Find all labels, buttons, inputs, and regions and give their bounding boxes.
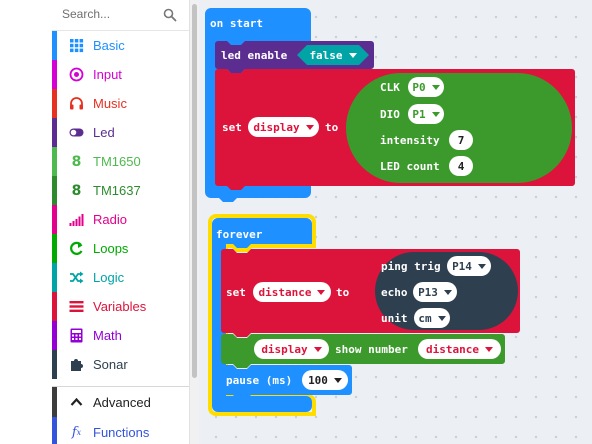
- toolbox: Search... Basic Input Music Led 8 TM1650…: [52, 0, 190, 444]
- category-label: Variables: [93, 299, 147, 314]
- category-tm1650[interactable]: 8 TM1650: [52, 147, 189, 176]
- display-variable-dropdown[interactable]: display: [254, 339, 329, 359]
- grid-icon: [68, 37, 85, 54]
- clk-label: CLK: [380, 81, 400, 94]
- show-number-label: show number: [335, 343, 408, 356]
- search-icon[interactable]: [163, 8, 177, 22]
- category-math[interactable]: Math: [52, 321, 189, 350]
- category-label: Input: [93, 67, 122, 82]
- radio-target-icon: [68, 66, 85, 83]
- dio-label: DIO: [380, 108, 400, 121]
- category-tm1637[interactable]: 8 TM1637: [52, 176, 189, 205]
- variable-dropdown-display[interactable]: display: [248, 117, 319, 137]
- shuffle-icon: [68, 269, 85, 286]
- unit-dropdown[interactable]: cm: [414, 308, 450, 328]
- chevron-down-icon: [333, 377, 342, 383]
- pause-value-dropdown[interactable]: 100: [302, 370, 348, 390]
- left-gutter: [0, 0, 52, 444]
- category-label: Logic: [93, 270, 125, 285]
- chevron-down-icon: [477, 263, 486, 269]
- category-label: TM1650: [93, 154, 141, 169]
- chevron-down-icon: [443, 289, 452, 295]
- clk-dropdown[interactable]: P0: [408, 77, 444, 97]
- set-label: set: [226, 286, 246, 299]
- category-basic[interactable]: Basic: [52, 31, 189, 60]
- category-label: Functions: [93, 424, 150, 440]
- intensity-label: intensity: [380, 134, 440, 147]
- ping-trig-label: ping trig: [381, 260, 441, 273]
- advanced-section: Advanced fx Functions: [52, 386, 189, 444]
- variable-dropdown-distance[interactable]: distance: [253, 282, 331, 302]
- intensity-input[interactable]: 7: [449, 130, 473, 150]
- category-functions[interactable]: fx Functions: [52, 417, 189, 444]
- category-variables[interactable]: Variables: [52, 292, 189, 321]
- on-start-label: on start: [210, 17, 263, 30]
- category-label: Radio: [93, 212, 127, 227]
- headphones-icon: [68, 95, 85, 112]
- calculator-icon: [68, 327, 85, 344]
- puzzle-icon: [68, 356, 85, 373]
- toggle-icon: [68, 124, 85, 141]
- unit-label: unit: [381, 312, 408, 325]
- signal-bars-icon: [68, 211, 85, 228]
- category-input[interactable]: Input: [52, 60, 189, 89]
- chevron-down-icon: [313, 346, 322, 352]
- category-label: Led: [93, 125, 115, 140]
- chevron-down-icon: [348, 52, 357, 58]
- pause-label: pause (ms): [226, 374, 293, 387]
- led-enable-label: led enable: [221, 49, 288, 62]
- category-label: Math: [93, 328, 122, 343]
- loop-arrow-icon: [68, 240, 85, 257]
- toolbox-scrollbar[interactable]: [190, 0, 199, 444]
- to-label: to: [336, 286, 350, 299]
- set-label: set: [222, 121, 242, 134]
- chevron-down-icon: [431, 84, 440, 90]
- category-label: Music: [93, 96, 127, 111]
- workspace[interactable]: on start led enable false set display to…: [199, 0, 592, 444]
- category-label: TM1637: [93, 183, 141, 198]
- category-label: Basic: [93, 38, 125, 53]
- chevron-down-icon: [305, 124, 314, 130]
- category-music[interactable]: Music: [52, 89, 189, 118]
- category-label: Sonar: [93, 357, 128, 372]
- category-sonar[interactable]: Sonar: [52, 350, 189, 379]
- led-enable-value[interactable]: false: [303, 45, 363, 65]
- category-radio[interactable]: Radio: [52, 205, 189, 234]
- fx-icon: fx: [71, 424, 82, 440]
- category-led[interactable]: Led: [52, 118, 189, 147]
- search-input[interactable]: Search...: [62, 7, 110, 21]
- show-number-value-dropdown[interactable]: distance: [418, 339, 501, 359]
- chevron-down-icon: [484, 346, 493, 352]
- echo-pin-dropdown[interactable]: P13: [413, 282, 457, 302]
- category-loops[interactable]: Loops: [52, 234, 189, 263]
- led-count-label: LED count: [380, 160, 440, 173]
- toolbox-search[interactable]: Search...: [52, 0, 189, 31]
- chevron-down-icon: [317, 289, 326, 295]
- digit-8-icon: 8: [71, 153, 82, 170]
- category-label: Advanced: [93, 394, 151, 410]
- trig-pin-dropdown[interactable]: P14: [447, 256, 491, 276]
- chevron-down-icon: [431, 111, 440, 117]
- category-logic[interactable]: Logic: [52, 263, 189, 292]
- dio-dropdown[interactable]: P1: [408, 104, 444, 124]
- scrollbar-thumb[interactable]: [192, 4, 197, 378]
- forever-label: forever: [216, 228, 263, 241]
- category-advanced[interactable]: Advanced: [52, 387, 189, 417]
- digit-8-icon: 8: [71, 182, 82, 199]
- led-count-input[interactable]: 4: [449, 156, 473, 176]
- chevron-up-icon: [68, 394, 85, 411]
- echo-label: echo: [381, 286, 408, 299]
- lines-icon: [68, 298, 85, 315]
- to-label: to: [325, 121, 339, 134]
- category-label: Loops: [93, 241, 129, 256]
- chevron-down-icon: [437, 315, 446, 321]
